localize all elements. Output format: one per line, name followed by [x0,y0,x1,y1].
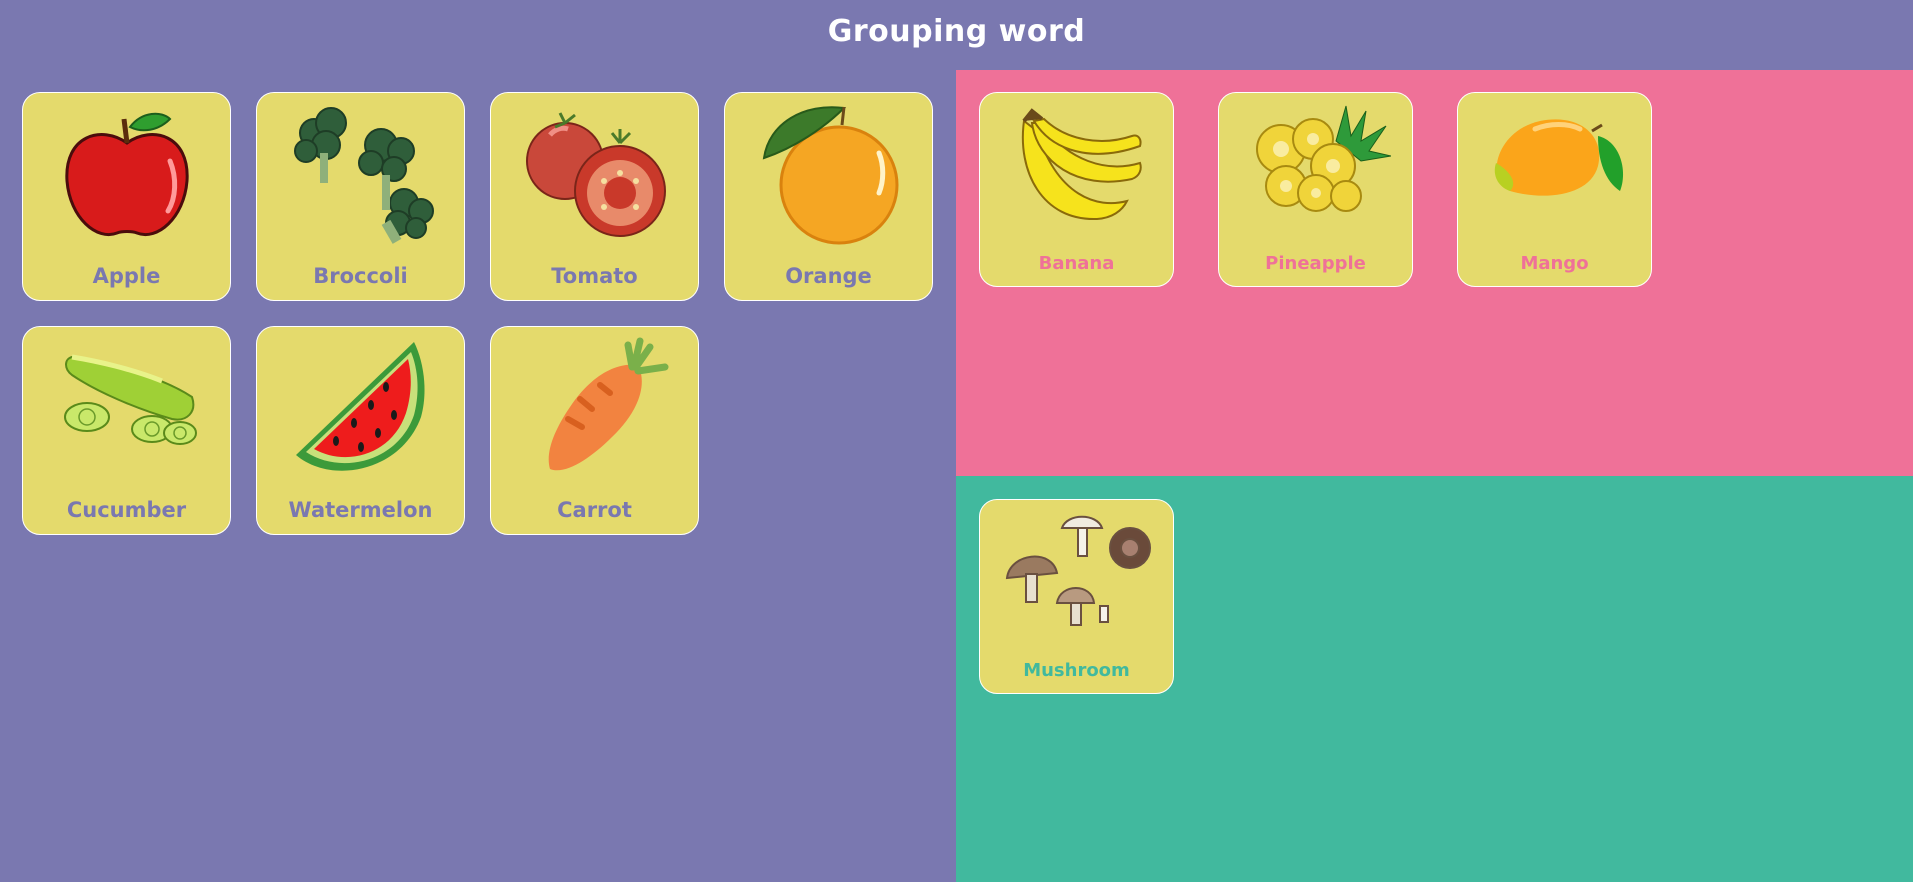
word-card-tomato[interactable]: Tomato [490,92,699,301]
card-label: Mango [1520,253,1589,274]
card-label: Cucumber [66,498,187,522]
orange-icon [762,106,898,245]
card-label: Broccoli [313,264,408,288]
mushroom-icon [1005,515,1151,626]
card-label: Orange [785,264,872,288]
word-card-mango[interactable]: Mango [1457,92,1652,287]
word-card-mushroom[interactable]: Mushroom [979,499,1174,694]
broccoli-icon [293,107,434,244]
card-label: Tomato [551,264,638,288]
card-label: Carrot [557,498,632,522]
header-bar: Grouping word [0,0,1913,70]
card-label: Banana [1038,253,1115,274]
word-card-cucumber[interactable]: Cucumber [22,326,231,535]
carrot-icon [548,337,668,471]
tomato-icon [525,112,666,237]
card-label: Mushroom [1023,660,1130,681]
word-card-broccoli[interactable]: Broccoli [256,92,465,301]
card-label: Apple [92,264,161,288]
page-title: Grouping word [827,14,1086,49]
word-card-banana[interactable]: Banana [979,92,1174,287]
apple-icon [64,112,189,236]
watermelon-icon [295,342,425,471]
card-label: Pineapple [1265,253,1366,274]
banana-icon [1021,108,1142,221]
word-card-carrot[interactable]: Carrot [490,326,699,535]
word-card-orange[interactable]: Orange [724,92,933,301]
mango-icon [1494,119,1623,196]
pineapple-icon [1255,105,1391,212]
word-card-pineapple[interactable]: Pineapple [1218,92,1413,287]
word-card-watermelon[interactable]: Watermelon [256,326,465,535]
cucumber-icon [63,354,197,445]
card-label: Watermelon [288,498,433,522]
word-card-apple[interactable]: Apple [22,92,231,301]
